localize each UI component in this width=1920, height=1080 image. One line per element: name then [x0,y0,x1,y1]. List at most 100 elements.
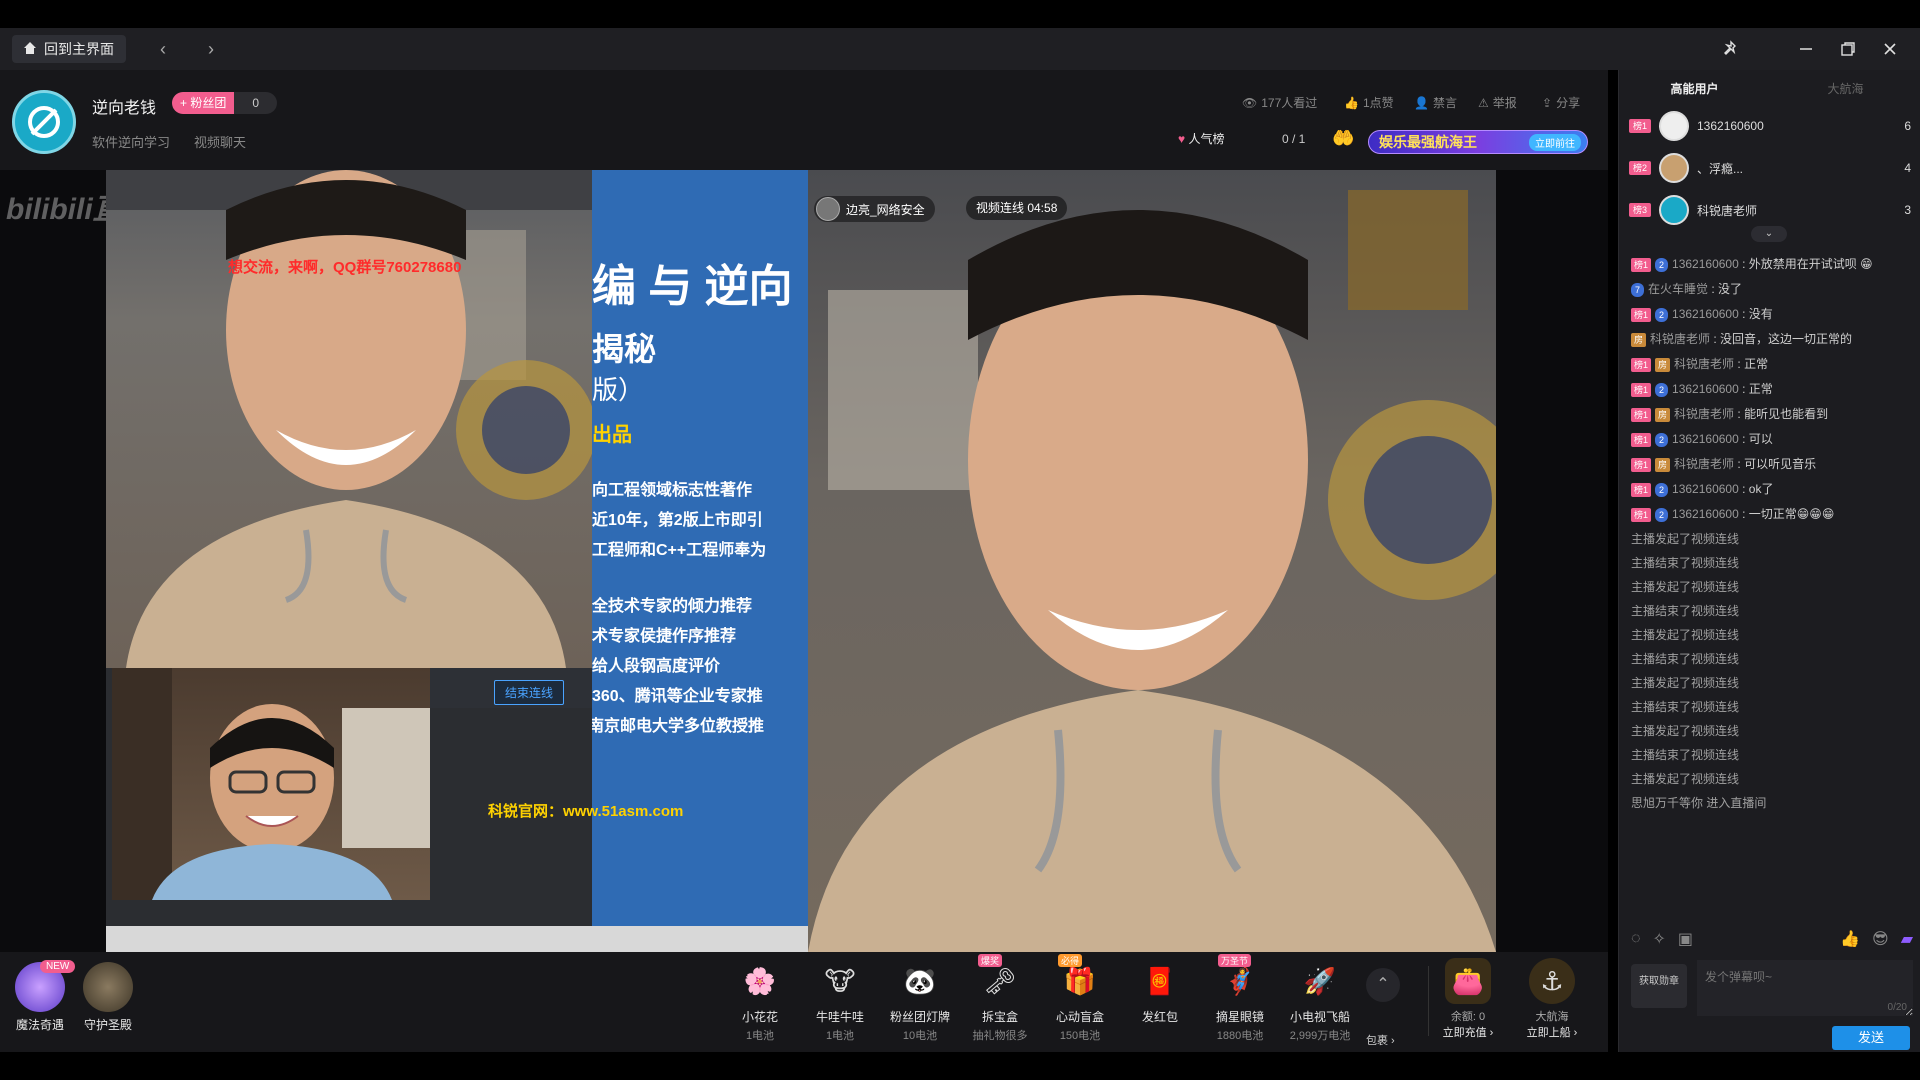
pin-icon[interactable] [1717,36,1745,62]
tab-high-energy[interactable]: 高能用户 [1619,70,1770,108]
separator: : [1710,332,1721,346]
wallet-block[interactable]: 👛 余额: 0 立即充值 › [1428,958,1508,1040]
captain-block[interactable]: ⚓ 大航海 立即上船 › [1512,958,1592,1040]
gift-item[interactable]: 🚀 小电视飞船 2,999万电池 [1280,958,1360,1043]
room-admin-badge: 房 [1631,332,1647,347]
gift-item[interactable]: 🌸 小花花 1电池 [720,958,800,1043]
settings-icon[interactable]: ✧ [1653,929,1666,949]
separator: : [1738,257,1749,271]
send-button[interactable]: 发送 [1832,1026,1910,1050]
gift-item[interactable]: 万圣节 🦸 摘星眼镜 1880电池 [1200,954,1280,1043]
chat-username[interactable]: 1362160600 [1672,382,1739,396]
level-badge: 2 [1655,307,1669,322]
back-arrow-icon[interactable]: ‹ [150,36,176,62]
chat-username[interactable]: 科锐唐老师 [1650,332,1710,346]
separator: : [1734,357,1745,371]
fans-club-button[interactable]: + 粉丝团 0 [172,92,278,114]
top-bar: 回到主界面 ‹ › [0,28,1920,70]
board-ship-link[interactable]: 立即上船 › [1512,1024,1592,1040]
chat-message: 榜1 2 1362160600 : 正常 [1631,381,1913,397]
chat-text: 主播结束了视频连线 [1631,652,1740,666]
slide-line: 360、腾讯等企业专家推 [592,688,763,705]
sunglasses-emoji-icon[interactable]: 😎 [1872,929,1889,949]
minimize-icon[interactable] [1792,36,1820,62]
host-camera-right [808,170,1496,952]
guardian-hall-button[interactable]: 守护圣殿 [76,962,140,1033]
report-button[interactable]: ⚠ 举报 [1478,94,1517,111]
host-avatar[interactable] [12,90,76,154]
gift-item[interactable]: 🧧 发红包 [1120,958,1200,1027]
chat-message: 榜1 2 1362160600 : 没有 [1631,306,1913,322]
gift-item[interactable]: 爆奖 🗝 拆宝盒 抽礼物很多 [960,954,1040,1043]
gift-item[interactable]: 必得 🎁 心动盲盒 150电池 [1040,954,1120,1043]
slide-subtitle: 揭秘 [592,331,657,367]
thumb-up-emoji-icon[interactable]: 👍 [1840,929,1860,949]
mute-button[interactable]: 👤 禁言 [1414,94,1457,111]
link-user-tag[interactable]: 边亮_网络安全 [814,196,935,222]
event-banner[interactable]: 娱乐最强航海王 立即前往 [1368,130,1588,154]
link-user-avatar [816,197,840,221]
get-medal-button[interactable]: 获取勋章 [1631,964,1687,1008]
rank-row[interactable]: 榜3 科锐唐老师 3 [1629,192,1911,228]
screen-taskbar-strip [106,926,808,952]
rank-row[interactable]: 榜2 、浮瘾... 4 [1629,150,1911,186]
popularity-rank-button[interactable]: ♥ 人气榜 [1178,130,1224,147]
host-person-illustration [808,190,1496,952]
chat-text: 正常 [1744,357,1769,371]
forward-arrow-icon[interactable]: › [198,36,224,62]
slide-line: 给人段钢高度评价 [592,658,721,675]
char-count: 0/20 [1887,1002,1907,1013]
restore-icon[interactable] [1834,36,1862,62]
room-tag[interactable]: 视频聊天 [194,132,246,151]
gift-item[interactable]: 🐮 牛哇牛哇 1电池 [800,958,880,1043]
recharge-link[interactable]: 立即充值 › [1428,1024,1508,1040]
gift-icon[interactable]: ▣ [1678,929,1693,949]
rank-badge: 榜1 [1631,357,1652,372]
expand-up-icon[interactable]: ⌃ [1366,968,1400,1002]
chat-username[interactable]: 在火车睡觉 [1648,282,1708,296]
system-message: 主播发起了视频连线 [1631,627,1913,643]
gift-hand-icon[interactable]: 🤲 [1332,128,1354,149]
message-icon[interactable]: ▰ [1901,929,1913,949]
rank-badge: 榜1 [1631,257,1652,272]
video-player[interactable]: bilibili直播 想交流，来啊，QQ群号760278680 编 与 逆向 揭… [0,170,1608,952]
chevron-down-icon[interactable]: ⌄ [1751,226,1787,242]
gift-item[interactable]: 🐼 粉丝团灯牌 10电池 [880,958,960,1043]
chat-username[interactable]: 科锐唐老师 [1674,357,1734,371]
room-tag[interactable]: 软件逆向学习 [92,132,170,151]
home-button[interactable]: 回到主界面 [12,35,126,63]
chat-message: 榜1 2 1362160600 : ok了 [1631,481,1913,497]
room-header: 逆向老钱 + 粉丝团 0 软件逆向学习 视频聊天 👁 177人看过 👍 1点赞 👤 禁… [0,70,1608,170]
system-message: 主播发起了视频连线 [1631,771,1913,787]
chat-text: 没了 [1718,282,1743,296]
chat-text: 主播发起了视频连线 [1631,532,1740,546]
thumb-up-icon: 👍 [1344,95,1359,110]
system-message: 主播发起了视频连线 [1631,531,1913,547]
tab-captain[interactable]: 大航海 [1770,70,1920,108]
chat-text: 一切正常😁😁😁 [1748,507,1835,521]
chat-username[interactable]: 1362160600 [1672,507,1739,521]
chat-username[interactable]: 1362160600 [1672,432,1739,446]
end-link-button[interactable]: 结束连线 [494,680,565,705]
share-button[interactable]: ⇪ 分享 [1542,94,1580,111]
warning-icon: ⚠ [1478,95,1489,110]
chat-list: 榜1 2 1362160600 : 外放禁用在开试试呗 😁 7 在火车睡觉 : 没了 榜1… [1631,256,1913,819]
separator: : [1738,482,1749,496]
rank-row[interactable]: 榜1 1362160600 6 [1629,108,1911,144]
package-link[interactable]: 包裹 › [1366,1032,1395,1048]
danmu-input[interactable] [1697,960,1913,1016]
banner-text: 娱乐最强航海王 [1379,134,1477,150]
chat-username[interactable]: 1362160600 [1672,307,1739,321]
user-icon: 👤 [1414,95,1429,110]
palette-icon[interactable]: ◌ [1631,930,1641,948]
close-icon[interactable] [1876,36,1904,62]
like-button[interactable]: 👍 1点赞 [1344,94,1394,111]
host-camera-left: 想交流，来啊，QQ群号760278680 [106,170,592,668]
host-name[interactable]: 逆向老钱 [92,94,156,118]
home-label: 回到主界面 [44,41,114,57]
chat-username[interactable]: 科锐唐老师 [1674,407,1734,421]
system-message: 思旭万千等你 进入直播间 [1631,795,1913,811]
chat-username[interactable]: 1362160600 [1672,482,1739,496]
chat-username[interactable]: 科锐唐老师 [1674,457,1734,471]
chat-username[interactable]: 1362160600 [1672,257,1739,271]
